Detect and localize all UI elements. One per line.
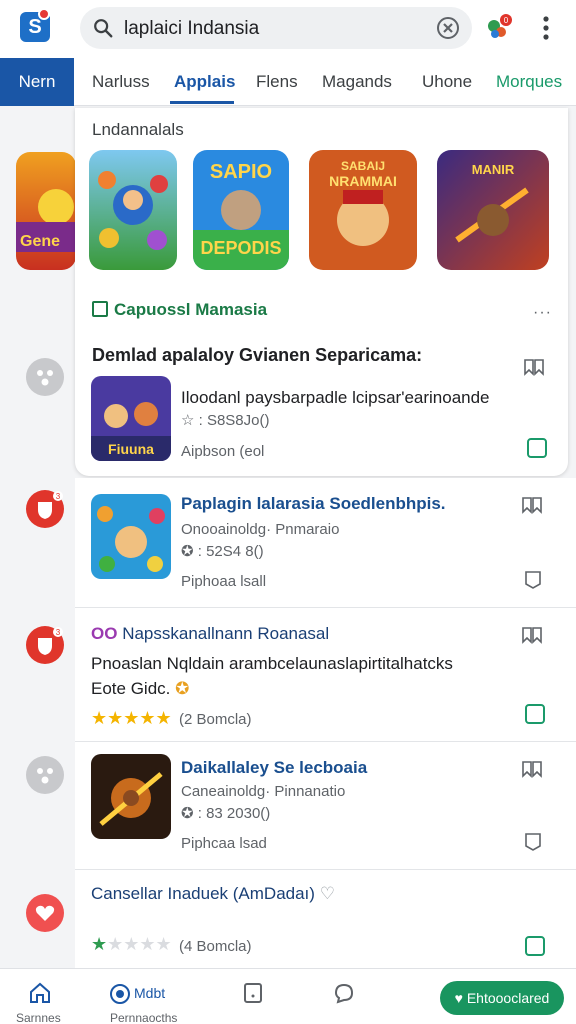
game-thumb-1[interactable] xyxy=(89,150,177,270)
search-suggestions-panel: Lndannalals SAPIO DEPODIS SABAIJ NRAMMAI M… xyxy=(75,108,568,476)
app-description-line1: Pnoaslan Nqldain arambcelaunaslapirtital… xyxy=(91,654,453,673)
side-card-label: Gene xyxy=(20,233,60,250)
app-root: S laplaici Indansia 0 Nern Narluss Appla… xyxy=(0,0,576,1024)
thumb3-text-top: SABAIJ xyxy=(341,159,385,173)
library-icon[interactable] xyxy=(242,981,264,1005)
search-bar[interactable]: laplaici Indansia xyxy=(80,7,472,49)
more-vert-icon[interactable] xyxy=(536,14,556,42)
app-meta: ✪ : 52S4 8() xyxy=(181,543,264,560)
svg-text:0: 0 xyxy=(504,16,509,25)
bookmark-icon[interactable] xyxy=(521,626,543,644)
svg-text:3: 3 xyxy=(56,492,61,501)
rating-stars: ★★★★★ xyxy=(91,934,172,954)
save-icon[interactable] xyxy=(524,570,542,590)
shield-badge-icon[interactable]: 3 xyxy=(26,490,64,528)
rating-stars: ★★★★★ xyxy=(91,708,172,728)
tab-nern[interactable]: Nern xyxy=(0,58,74,106)
tab-morques[interactable]: Morques xyxy=(496,58,562,106)
featured-subtitle: Iloodanl paysbarpadle lcipsar'earinoande xyxy=(181,388,490,407)
shield-badge-icon[interactable]: 3 xyxy=(26,626,64,664)
section-more-icon[interactable]: ··· xyxy=(533,304,552,322)
tab-narluss[interactable]: Narluss xyxy=(92,58,150,106)
app-icon[interactable] xyxy=(91,494,171,579)
heart-icon[interactable]: ♡ xyxy=(320,884,335,903)
install-cta-button[interactable]: ♥ Ehtoooclared xyxy=(440,981,564,1015)
list-item[interactable]: OO Napsskanallnann Roanasal Pnoaslan Nql… xyxy=(75,608,576,742)
chat-icon[interactable] xyxy=(332,981,356,1005)
app-title[interactable]: Daikallaley Se lecboaia xyxy=(181,758,367,778)
heart-icon: ♥ xyxy=(454,990,467,1006)
app-icon[interactable] xyxy=(91,754,171,839)
search-input[interactable]: laplaici Indansia xyxy=(124,18,259,40)
featured-icon-text: Fiuuna xyxy=(108,441,154,457)
list-item[interactable]: Cansellar Inaduek (AmDadaı) ♡ ★★★★★ (4 B… xyxy=(75,870,576,968)
user-avatar-icon[interactable] xyxy=(26,756,64,794)
side-game-card[interactable]: Gene xyxy=(16,152,76,270)
bottom-navigation: Sarnnes Mdbt Pernnaocths ♥ Ehtoooclared xyxy=(0,968,576,1024)
home-icon[interactable] xyxy=(28,981,52,1005)
app-publisher: Piphoaa lsall xyxy=(181,573,267,590)
nav-home-label[interactable]: Sarnnes xyxy=(16,1011,61,1024)
rating-count: (2 Bomcla) xyxy=(179,711,252,728)
tab-flens[interactable]: Flens xyxy=(256,58,298,106)
tab-magands[interactable]: Magands xyxy=(322,58,392,106)
nav-badge-label[interactable]: Mdbt xyxy=(134,985,165,1001)
active-tab-indicator xyxy=(170,101,234,104)
bookmark-icon[interactable] xyxy=(521,496,543,514)
bookmark-icon[interactable] xyxy=(523,358,545,376)
section-title: Capuossl Mamasia xyxy=(92,300,267,320)
thumb2-text-bottom: DEPODIS xyxy=(200,238,281,258)
featured-publisher: Aipbson (eol xyxy=(181,443,265,460)
user-avatar-icon[interactable] xyxy=(26,358,64,396)
top-bar: S laplaici Indansia 0 xyxy=(0,0,576,58)
rating-count: (4 Bomcla) xyxy=(179,938,252,955)
app-developer: Onooainoldg· Pnmaraio xyxy=(181,521,340,538)
panel-heading: Lndannalals xyxy=(92,120,184,139)
heart-badge-icon[interactable] xyxy=(26,894,64,932)
app-description-line2: Eote Gidc. ✪ xyxy=(91,679,190,698)
app-title[interactable]: Paplagin lalarasia Soedlenbhpis. xyxy=(181,494,446,514)
thumb2-text-top: SAPIO xyxy=(210,161,272,183)
game-thumb-3[interactable]: SABAIJ NRAMMAI xyxy=(309,150,417,270)
featured-title[interactable]: Demlad apalaloy Gvianen Separicama: xyxy=(92,345,422,366)
list-icon xyxy=(92,301,108,317)
svg-text:3: 3 xyxy=(56,628,61,637)
notification-dot xyxy=(38,8,50,20)
game-thumb-4[interactable]: MANIR xyxy=(437,150,549,270)
apps-icon[interactable] xyxy=(108,983,132,1005)
thumb4-text-top: MANIR xyxy=(472,162,515,177)
app-meta: ✪ : 83 2030() xyxy=(181,805,271,822)
search-icon xyxy=(94,19,113,38)
install-icon[interactable] xyxy=(527,438,547,458)
app-developer: Caneainoldg· Pinnanatio xyxy=(181,783,346,800)
install-icon[interactable] xyxy=(525,704,545,724)
app-title[interactable]: Cansellar Inaduek (AmDadaı) ♡ xyxy=(91,884,335,904)
featured-meta: ☆ : S8S8Jo() xyxy=(181,412,270,429)
tab-applais[interactable]: Applais xyxy=(174,58,235,106)
category-tabs: Nern Narluss Applais Flens Magands Uhone… xyxy=(0,58,576,106)
emoji-icon: ✪ xyxy=(175,679,190,698)
list-item[interactable]: Paplagin lalarasia Soedlenbhpis. Onooain… xyxy=(75,478,576,608)
featured-app-icon[interactable]: Fiuuna xyxy=(91,376,171,461)
save-icon[interactable] xyxy=(524,832,542,852)
app-publisher: Piphcaa lsad xyxy=(181,835,267,852)
thumb3-text-bottom: NRAMMAI xyxy=(329,173,397,189)
bookmark-icon[interactable] xyxy=(521,760,543,778)
list-item[interactable]: Daikallaley Se lecboaia Caneainoldg· Pin… xyxy=(75,742,576,870)
game-thumb-2[interactable]: SAPIO DEPODIS xyxy=(193,150,289,270)
extensions-icon[interactable]: 0 xyxy=(484,12,514,42)
nav-middle-label[interactable]: Pernnaocths xyxy=(110,1011,177,1024)
install-icon[interactable] xyxy=(525,936,545,956)
tab-uhone[interactable]: Uhone xyxy=(422,58,472,106)
app-title[interactable]: OO Napsskanallnann Roanasal xyxy=(91,624,329,644)
clear-icon[interactable] xyxy=(436,16,460,40)
side-card-art: Gene xyxy=(16,152,76,270)
